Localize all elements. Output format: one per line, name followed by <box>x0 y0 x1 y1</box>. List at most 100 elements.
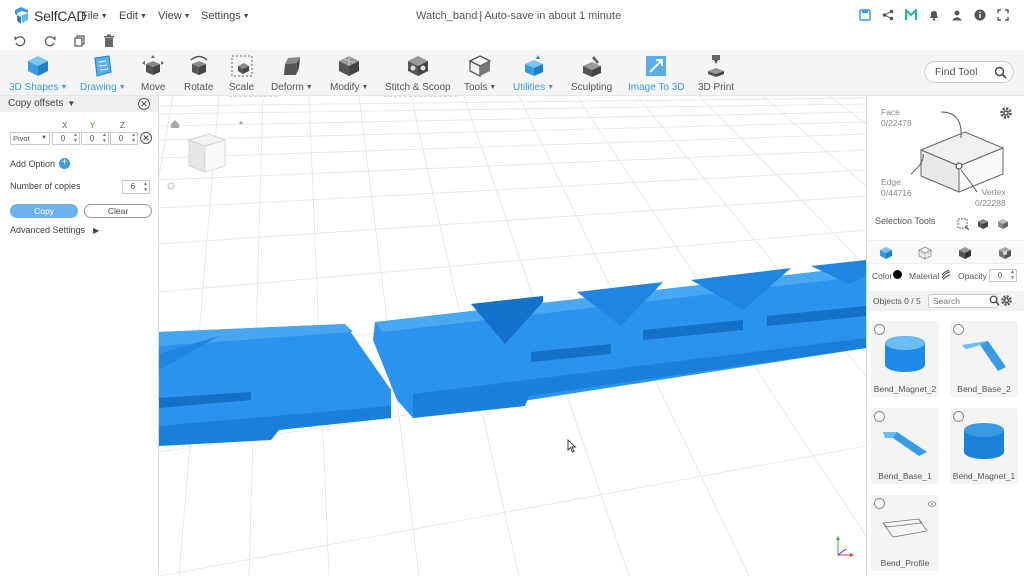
scale-icon <box>230 54 254 78</box>
solid-mode-icon[interactable] <box>879 246 893 260</box>
material-row: Color Material Opacity 0 ▲ ▼ <box>867 268 1024 284</box>
tool-stitch-scoop[interactable]: Stitch & Scoop <box>385 54 451 93</box>
copy-icon[interactable] <box>73 34 87 48</box>
strap-thumbnail-icon <box>962 341 1006 371</box>
pivot-select[interactable]: Pivot ▼ <box>10 132 50 145</box>
selection-tools-label: Selection Tools <box>875 216 936 226</box>
axis-label-z: Z <box>120 121 125 130</box>
tool-move[interactable]: Move <box>141 54 165 93</box>
material-label: Material <box>909 271 940 281</box>
tool-3d-shapes[interactable]: 3D Shapes ▼ <box>9 54 67 93</box>
shaded-mode-icon[interactable] <box>958 246 972 260</box>
panel-header: Copy offsets ▼ <box>0 96 158 112</box>
mouse-cursor-icon <box>567 438 577 456</box>
add-option-button[interactable]: Add Option + <box>10 158 71 169</box>
offset-y-input[interactable]: 0 ▲ ▼ <box>81 132 109 145</box>
object-card[interactable]: Bend_Base_1 <box>871 408 939 484</box>
user-account-icon[interactable] <box>950 8 964 22</box>
search-icon[interactable] <box>989 295 1000 309</box>
cylinder-thumbnail-icon <box>964 423 1004 459</box>
tool-ribbon: 3D Shapes ▼ Drawing ▼ Move Rotate Scale De… <box>0 50 1024 96</box>
axis-label-x: X <box>62 121 68 130</box>
tool-modify[interactable]: Modify ▼ <box>330 54 368 93</box>
modify-icon <box>337 54 361 78</box>
edge-selector[interactable]: Edge 0/44716 <box>881 177 912 199</box>
delete-icon[interactable] <box>102 34 116 48</box>
find-tool-input[interactable]: Find Tool <box>924 61 1014 83</box>
tool-sculpting[interactable]: Sculpting <box>571 54 612 93</box>
menu-bar: SelfCAD File ▼ Edit ▼ View ▼ Settings ▼ Watc… <box>0 0 1024 32</box>
tool-rotate[interactable]: Rotate <box>184 54 213 93</box>
copy-offsets-panel: Copy offsets ▼ ✕ X Y Z Pivot ▼ 0 ▲ ▼ 0 ▲ ▼ 0 ▲ ▼… <box>0 96 159 576</box>
axis-gizmo-icon <box>834 535 856 562</box>
3d-printer-icon <box>704 54 728 78</box>
rotate-icon <box>187 54 211 78</box>
move-icon <box>141 54 165 78</box>
tool-3d-print[interactable]: 3D Print <box>698 54 734 93</box>
selection-cube-icon <box>911 111 1005 193</box>
3d-viewport[interactable] <box>159 96 866 576</box>
info-icon[interactable] <box>973 8 987 22</box>
tool-deform[interactable]: Deform ▼ <box>271 54 313 93</box>
invert-select-icon[interactable] <box>997 218 1009 233</box>
redo-icon[interactable] <box>43 34 57 48</box>
menu-edit[interactable]: Edit ▼ <box>119 10 147 22</box>
gear-icon[interactable] <box>1000 294 1013 310</box>
wireframe-mode-icon[interactable] <box>918 246 932 260</box>
close-panel-icon[interactable]: ✕ <box>138 98 150 110</box>
menu-file[interactable]: File ▼ <box>81 10 108 22</box>
material-icon[interactable] <box>941 270 951 282</box>
offset-x-input[interactable]: 0 ▲ ▼ <box>52 132 80 145</box>
object-search-input[interactable]: Search <box>928 294 998 308</box>
select-all-icon[interactable] <box>977 218 989 233</box>
collapse-triangle-icon[interactable]: ▼ <box>67 99 75 108</box>
expand-triangle-icon: ▶ <box>93 226 100 235</box>
object-mode-row <box>867 240 1024 264</box>
tool-scale[interactable]: Scale <box>229 54 254 93</box>
search-icon[interactable] <box>994 66 1007 79</box>
tool-utilities[interactable]: Utilities ▼ <box>513 54 554 93</box>
app-logo[interactable]: SelfCAD <box>13 6 86 25</box>
tools-icon <box>468 54 492 78</box>
number-of-copies-input[interactable]: 6 ▲ ▼ <box>122 180 150 194</box>
notification-bell-icon[interactable] <box>927 8 941 22</box>
profile-thumbnail-icon <box>882 518 928 538</box>
properties-panel: Face 0/22478 Edge 0/44716 Vertex 0/22288 Se… <box>866 96 1024 576</box>
document-title[interactable]: Watch_band | Auto-save in about 1 minute <box>416 10 621 22</box>
color-label: Color <box>872 271 893 281</box>
view-orientation-cube-icon <box>167 120 243 190</box>
undo-icon[interactable] <box>13 34 27 48</box>
cube-icon <box>26 54 50 78</box>
xray-mode-icon[interactable] <box>998 246 1012 260</box>
copy-button[interactable]: Copy <box>10 204 78 218</box>
share-icon[interactable] <box>881 8 895 22</box>
m-brand-icon[interactable] <box>904 8 918 22</box>
objects-header: Objects 0 / 5 Search <box>867 291 1024 311</box>
rect-select-icon[interactable] <box>957 218 970 233</box>
face-selector[interactable]: Face 0/22478 <box>881 107 912 129</box>
autosave-status: Auto-save in about 1 minute <box>484 10 622 22</box>
object-card[interactable]: Bend_Magnet_1 <box>950 408 1018 484</box>
opacity-input[interactable]: 0 ▲ ▼ <box>989 269 1017 282</box>
visibility-eye-icon[interactable] <box>928 498 936 510</box>
strap-thumbnail-icon <box>883 432 927 456</box>
menu-settings[interactable]: Settings ▼ <box>201 10 250 22</box>
object-card[interactable]: Bend_Profile <box>871 495 939 571</box>
sculpting-icon <box>580 54 604 78</box>
stitch-scoop-icon <box>406 54 430 78</box>
remove-offset-icon[interactable]: ✕ <box>140 132 152 144</box>
cylinder-thumbnail-icon <box>885 336 925 372</box>
clear-button[interactable]: Clear <box>84 204 152 218</box>
tool-image-to-3d[interactable]: Image To 3D <box>628 54 685 93</box>
save-icon[interactable] <box>858 8 872 22</box>
object-card[interactable]: Bend_Base_2 <box>950 321 1018 397</box>
tool-tools[interactable]: Tools ▼ <box>464 54 496 93</box>
fullscreen-icon[interactable] <box>996 8 1010 22</box>
strap-piece-left <box>159 324 391 446</box>
menu-view[interactable]: View ▼ <box>158 10 191 22</box>
color-swatch[interactable] <box>893 270 902 279</box>
tool-drawing[interactable]: Drawing ▼ <box>80 54 126 93</box>
offset-z-input[interactable]: 0 ▲ ▼ <box>110 132 138 145</box>
object-card[interactable]: Bend_Magnet_2 <box>871 321 939 397</box>
advanced-settings-toggle[interactable]: Advanced Settings ▶ <box>10 225 99 235</box>
